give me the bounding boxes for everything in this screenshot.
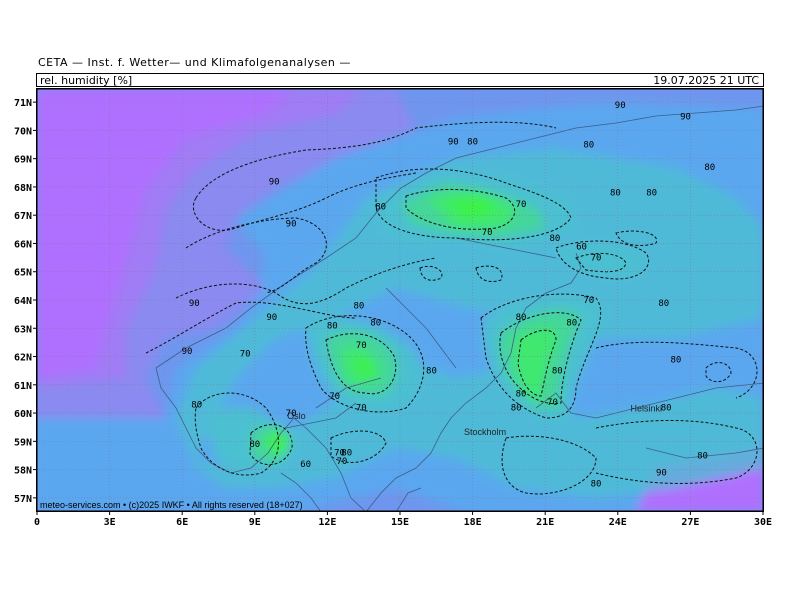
contour-value-label: 70: [286, 409, 297, 419]
longitude-axis: 0 3E 6E 9E 12E 15E 18E 21E 24E 27E 30E: [34, 512, 772, 528]
latitude-tick-label: 59N: [14, 437, 32, 448]
contour-value-label: 80: [704, 163, 715, 173]
contour-value-label: 70: [336, 457, 347, 467]
longitude-tick-label: 24E: [609, 517, 627, 528]
latitude-tick-label: 62N: [14, 353, 32, 364]
contour-value-label: 90: [269, 177, 280, 187]
contour-value-label: 80: [566, 319, 577, 329]
contour-value-label: 80: [552, 367, 563, 377]
latitude-tick-label: 58N: [14, 466, 32, 477]
contour-value-label: 70: [482, 228, 493, 238]
contour-value-label: 80: [191, 401, 202, 411]
contour-value-label: 80: [426, 367, 437, 377]
contour-value-label: 80: [327, 321, 338, 331]
city-label: Helsinki: [631, 403, 663, 413]
contour-value-label: 80: [661, 403, 672, 413]
contour-value-label: 80: [658, 299, 669, 309]
latitude-tick-label: 60N: [14, 409, 32, 420]
contour-value-label: 70: [356, 341, 367, 351]
contour-value-label: 80: [353, 302, 364, 312]
contour-value-label: 80: [370, 319, 381, 329]
contour-value-label: 80: [516, 389, 527, 399]
latitude-tick-label: 63N: [14, 324, 32, 335]
contour-value-label: 60: [576, 242, 587, 252]
contour-value-label: 90: [189, 299, 200, 309]
latitude-axis: 71N 70N 69N 68N 67N 66N 65N 64N 63N 62N 61N 60N 59N 5…: [14, 98, 36, 505]
valid-time: 19.07.2025 21 UTC: [653, 74, 759, 87]
contour-value-label: 80: [670, 355, 681, 365]
contour-value-label: 70: [240, 350, 251, 360]
latitude-tick-label: 61N: [14, 381, 32, 392]
contour-value-label: 70: [329, 392, 340, 402]
contour-value-label: 80: [549, 234, 560, 244]
contour-value-label: 80: [467, 138, 478, 148]
contour-value-label: 90: [656, 468, 667, 478]
city-label: Stockholm: [464, 427, 506, 437]
parameter-label: rel. humidity [%]: [40, 74, 133, 87]
longitude-tick-label: 12E: [318, 517, 336, 528]
contour-value-label: 80: [249, 440, 260, 450]
contour-value-label: 90: [266, 313, 277, 323]
latitude-tick-label: 68N: [14, 183, 32, 194]
longitude-tick-label: 15E: [391, 517, 409, 528]
info-bar: rel. humidity [%] 19.07.2025 21 UTC: [36, 73, 764, 87]
contour-value-label: 80: [591, 480, 602, 490]
contour-value-label: 70: [591, 254, 602, 264]
latitude-tick-label: 64N: [14, 296, 32, 307]
latitude-tick-label: 57N: [14, 494, 32, 505]
humidity-map[interactable]: OsloStockholmHelsinki 909090 80 80809080 80…: [36, 88, 764, 512]
latitude-tick-label: 66N: [14, 239, 32, 250]
contour-value-label: 60: [300, 460, 311, 470]
contour-value-label: 70: [583, 296, 594, 306]
latitude-tick-label: 67N: [14, 211, 32, 222]
longitude-tick-label: 6E: [176, 517, 188, 528]
longitude-tick-label: 0: [34, 517, 40, 528]
contour-value-label: 80: [646, 189, 657, 199]
contour-value-label: 80: [516, 313, 527, 323]
contour-value-label: 90: [615, 101, 626, 111]
contour-value-label: 70: [547, 398, 558, 408]
contour-value-label: 90: [286, 220, 297, 230]
contour-value-label: 80: [583, 141, 594, 151]
latitude-tick-label: 71N: [14, 98, 32, 109]
longitude-tick-label: 3E: [104, 517, 116, 528]
longitude-tick-label: 30E: [754, 517, 772, 528]
contour-value-label: 90: [680, 112, 691, 122]
latitude-tick-label: 65N: [14, 268, 32, 279]
latitude-tick-label: 69N: [14, 155, 32, 166]
map-title: CETA — Inst. f. Wetter— und Klimafolgena…: [38, 56, 351, 69]
longitude-tick-label: 9E: [249, 517, 261, 528]
latitude-tick-label: 70N: [14, 126, 32, 137]
contour-value-label: 80: [511, 403, 522, 413]
longitude-tick-label: 18E: [464, 517, 482, 528]
copyright-credit: meteo-services.com • (c)2025 IWKF • All …: [40, 500, 303, 510]
contour-value-label: 90: [182, 347, 193, 357]
longitude-tick-label: 21E: [536, 517, 554, 528]
longitude-tick-label: 27E: [681, 517, 699, 528]
contour-value-label: 80: [697, 451, 708, 461]
contour-value-label: 80: [610, 189, 621, 199]
contour-value-label: 80: [375, 203, 386, 213]
contour-value-label: 90: [448, 138, 459, 148]
contour-value-label: 70: [516, 200, 527, 210]
contour-value-label: 70: [356, 403, 367, 413]
